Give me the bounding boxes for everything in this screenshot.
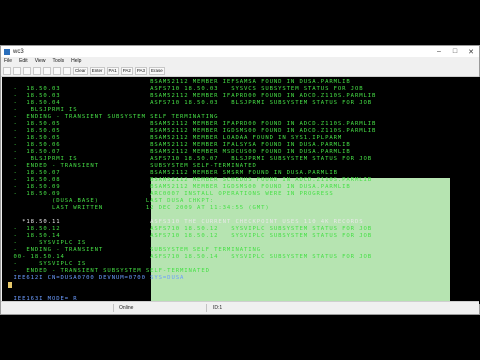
terminal-cursor	[8, 282, 12, 288]
terminal-line: - 18.50.07 BSAM52112 MEMBER MSDCUS00 FOU…	[5, 149, 351, 155]
terminal-line: - ENDED - TRANSIENT SUBSYSTEM SELF-TERMI…	[5, 163, 257, 169]
terminal-line: - SYSVIPLC IS	[5, 261, 87, 267]
terminal-line: - 18.50.14 ASFS710 18.50.12 SYSVIPLC SUB…	[5, 233, 373, 239]
toolbar-cut-icon[interactable]	[43, 66, 51, 75]
pa2-button[interactable]: PA2	[120, 66, 133, 75]
terminal-line: - ENDING - TRANSIENT SUBSYSTEM SELF TERM…	[5, 114, 219, 120]
toolbar-new-icon[interactable]	[3, 66, 11, 75]
toolbar-save-icon[interactable]	[23, 66, 31, 75]
terminal-line: - 18.50.05 BSAM52112 MEMBER IFAPRD00 FOU…	[5, 121, 377, 127]
title-bar: wc3 – □ ✕	[1, 46, 479, 57]
terminal-line: - 18.50.03 ASFS710 18.50.03 SYSVCS SUBSY…	[5, 86, 364, 92]
clear-button[interactable]: Clear	[73, 66, 88, 75]
status-bar: Online ID:1	[1, 301, 479, 314]
terminal-line: - 18.50.09 ARC0007 INSTALL OPERATIONS WE…	[5, 191, 334, 197]
toolbar-copy-icon[interactable]	[53, 66, 61, 75]
minimize-button[interactable]: –	[431, 46, 447, 57]
toolbar-paste-icon[interactable]	[63, 66, 71, 75]
enter-button[interactable]: Enter	[89, 66, 105, 75]
window-title: wc3	[13, 48, 24, 55]
pa3-button[interactable]: PA3	[134, 66, 148, 75]
terminal-line: - 18.50.06 BSAM52112 MEMBER IFALSYSA FOU…	[5, 142, 351, 148]
app-icon	[4, 48, 10, 55]
terminal-line: - 18.50.12 ASFS710 18.50.12 SYSVIPLC SUB…	[5, 226, 373, 232]
terminal-line: *18.50.11 ASFS310 THE CURRENT CHECKPOINT…	[5, 219, 364, 225]
terminal-line: - ENDING - TRANSIENT SUBSYSTEM SELF TERM…	[5, 247, 262, 253]
toolbar: Clear Enter PA1 PA2 PA3 Erase	[1, 65, 479, 77]
status-separator	[113, 304, 114, 312]
toolbar-open-icon[interactable]	[13, 66, 21, 75]
menu-help[interactable]: Help	[71, 58, 81, 64]
pa1-button[interactable]: PA1	[106, 66, 119, 75]
terminal-window: wc3 – □ ✕ File Edit View Tools Help Clea…	[0, 45, 480, 315]
terminal-line: - 18.50.09 BSAM52112 MEMBER IGDSMS00 FOU…	[5, 184, 351, 190]
terminal-line: BSAM52112 MEMBER IEFSAMSA FOUND IN DUSA.…	[5, 79, 351, 85]
menu-edit[interactable]: Edit	[19, 58, 28, 64]
terminal-line: (DUSA.BASE) LAST DUSA CHKPT:	[5, 198, 215, 204]
toolbar-print-icon[interactable]	[33, 66, 41, 75]
menu-tools[interactable]: Tools	[52, 58, 64, 64]
status-separator	[206, 304, 207, 312]
close-button[interactable]: ✕	[463, 46, 479, 57]
terminal-line: - 18.50.03 BSAM52112 MEMBER IFAPRD00 FOU…	[5, 93, 377, 99]
terminal-line: - 18.50.05 BSAM52112 MEMBER LOADAA FOUND…	[5, 135, 343, 141]
terminal-line: LAST WRITTEN 12 DEC 2009 AT 11:34:55 (GM…	[5, 205, 270, 211]
terminal-line: 00- 18.50.14 ASFS710 18.50.14 SYSVIPLC S…	[5, 254, 373, 260]
terminal-line: - BLSJPRMI IS ASFS710 18.50.07 BLSJPRMI …	[5, 156, 373, 162]
connection-status: Online	[119, 305, 134, 311]
erase-button[interactable]: Erase	[149, 66, 165, 75]
terminal-line: - 18.50.08 BSAM52112 MEMBER SCHEDUS FOUN…	[5, 177, 373, 183]
menu-bar: File Edit View Tools Help	[1, 57, 479, 65]
terminal-screen[interactable]: BSAM52112 MEMBER IEFSAMSA FOUND IN DUSA.…	[2, 77, 480, 304]
terminal-line: - BLSJPRMI IS	[5, 107, 78, 113]
terminal-line: - ENDED - TRANSIENT SUBSYSTEM SELF-TERMI…	[5, 268, 210, 274]
terminal-line: - 18.50.07 BSAM52112 MEMBER SMSRM FOUND …	[5, 170, 338, 176]
session-id: ID:1	[213, 305, 223, 311]
terminal-line: - SYSVIPLC IS	[5, 240, 87, 246]
menu-view[interactable]: View	[35, 58, 46, 64]
terminal-line: IEE612I CN=DUSA0700 DEVNUM=0700 SYS=DUSA	[5, 275, 185, 281]
terminal-line: - 18.50.04 ASFS710 18.50.03 BLSJPRMI SUB…	[5, 100, 373, 106]
terminal-line: - 18.50.05 BSAM52112 MEMBER IGDSMS00 FOU…	[5, 128, 377, 134]
menu-file[interactable]: File	[4, 58, 12, 64]
maximize-button[interactable]: □	[447, 46, 463, 57]
